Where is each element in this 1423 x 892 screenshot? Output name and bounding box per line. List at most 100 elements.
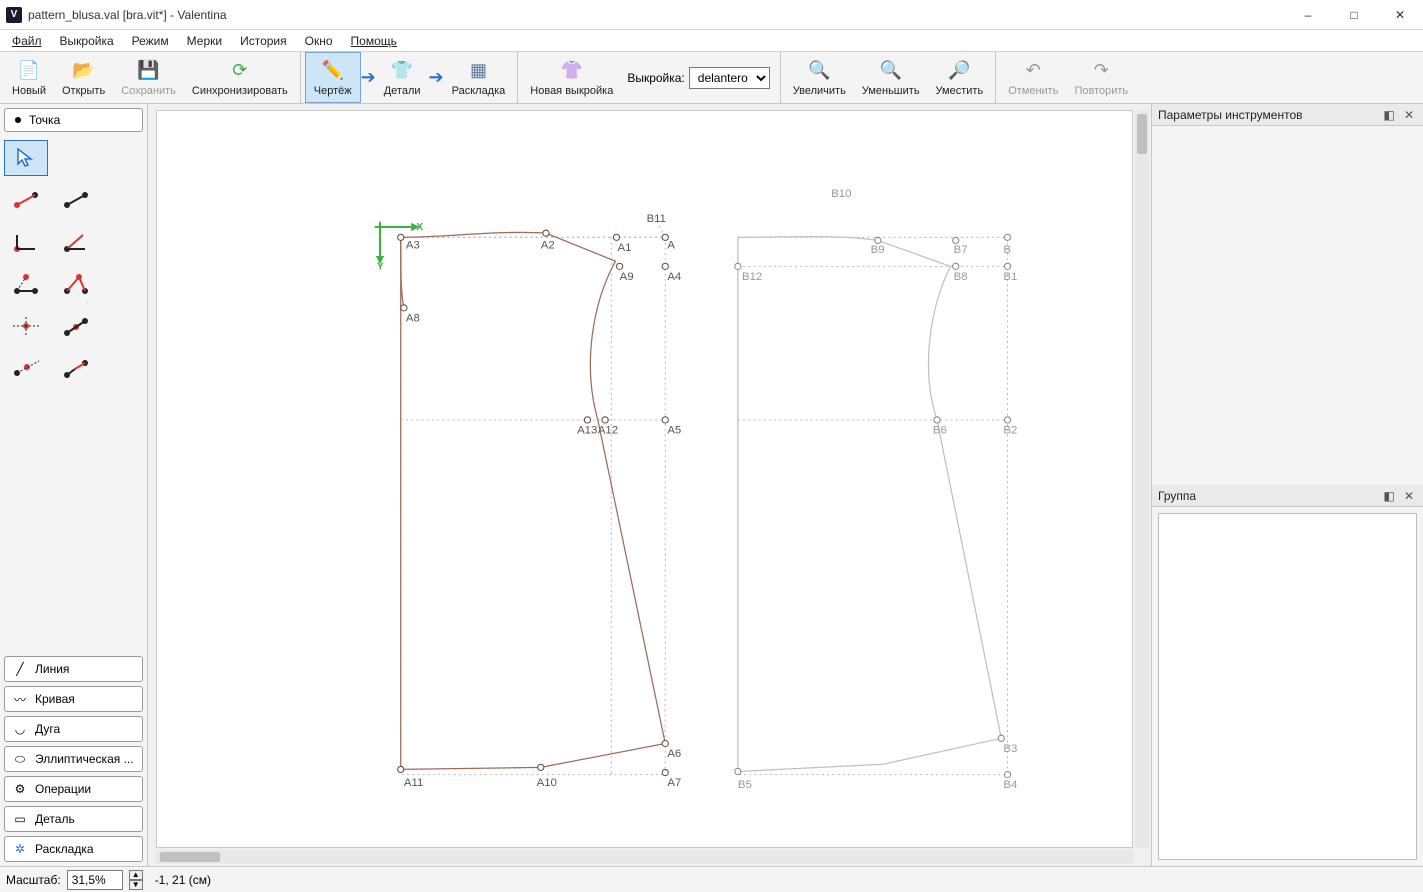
point-tools <box>4 136 143 390</box>
menu-history[interactable]: История <box>232 32 295 50</box>
cross-dash-icon <box>11 315 41 337</box>
titlebar: V pattern_blusa.val [bra.vit*] - Valenti… <box>0 0 1423 30</box>
menu-help[interactable]: Помощь <box>343 32 405 50</box>
svg-text:A13: A13 <box>577 424 597 436</box>
open-button[interactable]: 📂 Открыть <box>54 52 113 103</box>
angle-red-icon <box>61 231 91 253</box>
menubar: Файл Выкройка Режим Мерки История Окно П… <box>0 30 1423 52</box>
sync-icon: ⟳ <box>228 59 252 83</box>
curve-icon: 〰 <box>13 692 27 706</box>
group-body <box>1152 507 1423 866</box>
save-button[interactable]: 💾 Сохранить <box>113 52 184 103</box>
category-operations[interactable]: ⚙ Операции <box>4 776 143 802</box>
category-line[interactable]: ╱ Линия <box>4 656 143 682</box>
menu-file[interactable]: Файл <box>4 32 50 50</box>
redo-button[interactable]: ↷ Повторить <box>1066 52 1136 103</box>
triangle-dash-icon <box>11 273 41 295</box>
statusbar: Масштаб: ▲ ▼ -1, 21 (см) <box>0 866 1423 892</box>
draw-mode-button[interactable]: ✏️ Чертёж <box>305 52 361 103</box>
point-tool-3[interactable] <box>4 224 48 260</box>
point-tool-2[interactable] <box>54 182 98 218</box>
horizontal-scrollbar[interactable] <box>156 850 1133 864</box>
vertical-scrollbar[interactable] <box>1135 110 1149 848</box>
svg-text:B7: B7 <box>954 244 968 256</box>
zoom-in-button[interactable]: 🔍 Увеличить <box>785 52 854 103</box>
category-elliptical[interactable]: ⬭ Эллиптическая ... <box>4 746 143 772</box>
undo-button[interactable]: ↶ Отменить <box>1000 52 1066 103</box>
svg-text:X: X <box>416 222 423 233</box>
pattern-select[interactable]: delantero <box>689 67 770 89</box>
zoom-out-icon: 🔍 <box>879 59 903 83</box>
menu-measures[interactable]: Мерки <box>179 32 230 50</box>
main-area: Точка ╱ Линия 〰 Кривая ◡ <box>0 104 1423 866</box>
close-panel-icon[interactable]: ✕ <box>1401 488 1417 504</box>
point-tool-8[interactable] <box>54 308 98 344</box>
category-layout[interactable]: ✲ Раскладка <box>4 836 143 862</box>
scale-up-button[interactable]: ▲ <box>129 870 143 880</box>
menu-mode[interactable]: Режим <box>124 32 177 50</box>
maximize-button[interactable]: □ <box>1331 0 1377 30</box>
window-title: pattern_blusa.val [bra.vit*] - Valentina <box>28 8 227 22</box>
cursor-coords: -1, 21 (см) <box>155 873 211 887</box>
drawing-canvas[interactable]: X Y A3 A2 A1 A <box>156 110 1133 848</box>
svg-text:A6: A6 <box>667 748 681 760</box>
tool-params-header[interactable]: Параметры инструментов ◧ ✕ <box>1152 104 1423 126</box>
point-tool-4[interactable] <box>54 224 98 260</box>
points-b: B10 B12 B9 B7 B B8 B1 B6 B2 B3 B4 B5 <box>735 188 1018 791</box>
point-tool-5[interactable] <box>4 266 48 302</box>
layout-mode-button[interactable]: ▦ Раскладка <box>444 52 514 103</box>
ellipse-icon: ⬭ <box>13 752 27 766</box>
undock-icon[interactable]: ◧ <box>1381 107 1397 123</box>
svg-text:B4: B4 <box>1003 779 1017 791</box>
point-tool-6[interactable] <box>54 266 98 302</box>
point-tool-7[interactable] <box>4 308 48 344</box>
point-tool-10[interactable] <box>54 350 98 386</box>
close-panel-icon[interactable]: ✕ <box>1401 107 1417 123</box>
layout-icon: ✲ <box>13 842 27 856</box>
svg-text:B1: B1 <box>1003 271 1017 283</box>
scale-spinner[interactable]: ▲ ▼ <box>129 870 143 890</box>
scrollbar-thumb[interactable] <box>1137 114 1147 154</box>
point-tool-1[interactable] <box>4 182 48 218</box>
category-arc[interactable]: ◡ Дуга <box>4 716 143 742</box>
svg-text:A3: A3 <box>406 240 420 252</box>
svg-text:A4: A4 <box>667 271 681 283</box>
group-list[interactable] <box>1158 513 1417 860</box>
pencil-ruler-icon: ✏️ <box>321 59 345 83</box>
pattern-select-label: Выкройка: <box>627 71 684 85</box>
layout-grid-icon: ▦ <box>466 59 490 83</box>
category-curve[interactable]: 〰 Кривая <box>4 686 143 712</box>
svg-text:A5: A5 <box>667 424 681 436</box>
angle-line-icon <box>11 231 41 253</box>
svg-text:A2: A2 <box>541 240 555 252</box>
point-tool-9[interactable] <box>4 350 48 386</box>
zoom-in-icon: 🔍 <box>807 59 831 83</box>
scale-input[interactable] <box>67 870 123 890</box>
arrow-tool[interactable] <box>4 140 48 176</box>
menu-window[interactable]: Окно <box>297 32 341 50</box>
undock-icon[interactable]: ◧ <box>1381 488 1397 504</box>
close-button[interactable]: ✕ <box>1377 0 1423 30</box>
group-header[interactable]: Группа ◧ ✕ <box>1152 485 1423 507</box>
canvas-area: X Y A3 A2 A1 A <box>148 104 1151 866</box>
redo-icon: ↷ <box>1089 59 1113 83</box>
arc-icon: ◡ <box>13 722 27 736</box>
zoom-fit-icon: 🔎 <box>947 59 971 83</box>
category-point[interactable]: Точка <box>4 108 143 132</box>
sync-button[interactable]: ⟳ Синхронизировать <box>184 52 296 103</box>
scale-down-button[interactable]: ▼ <box>129 880 143 890</box>
minimize-button[interactable]: – <box>1285 0 1331 30</box>
zoom-fit-button[interactable]: 🔎 Уместить <box>928 52 992 103</box>
details-mode-button[interactable]: 👕 Детали <box>376 52 429 103</box>
svg-text:B9: B9 <box>871 244 885 256</box>
scrollbar-thumb[interactable] <box>160 852 220 862</box>
category-detail[interactable]: ▭ Деталь <box>4 806 143 832</box>
new-pattern-button[interactable]: 👚 Новая выкройка <box>522 52 621 103</box>
new-button[interactable]: 📄 Новый <box>4 52 54 103</box>
zoom-out-button[interactable]: 🔍 Уменьшить <box>854 52 928 103</box>
app-icon: V <box>6 7 22 23</box>
tool-params-body <box>1152 126 1423 485</box>
menu-pattern[interactable]: Выкройка <box>52 32 122 50</box>
new-file-icon: 📄 <box>17 59 41 83</box>
arrow-right-icon: ➔ <box>361 67 376 88</box>
